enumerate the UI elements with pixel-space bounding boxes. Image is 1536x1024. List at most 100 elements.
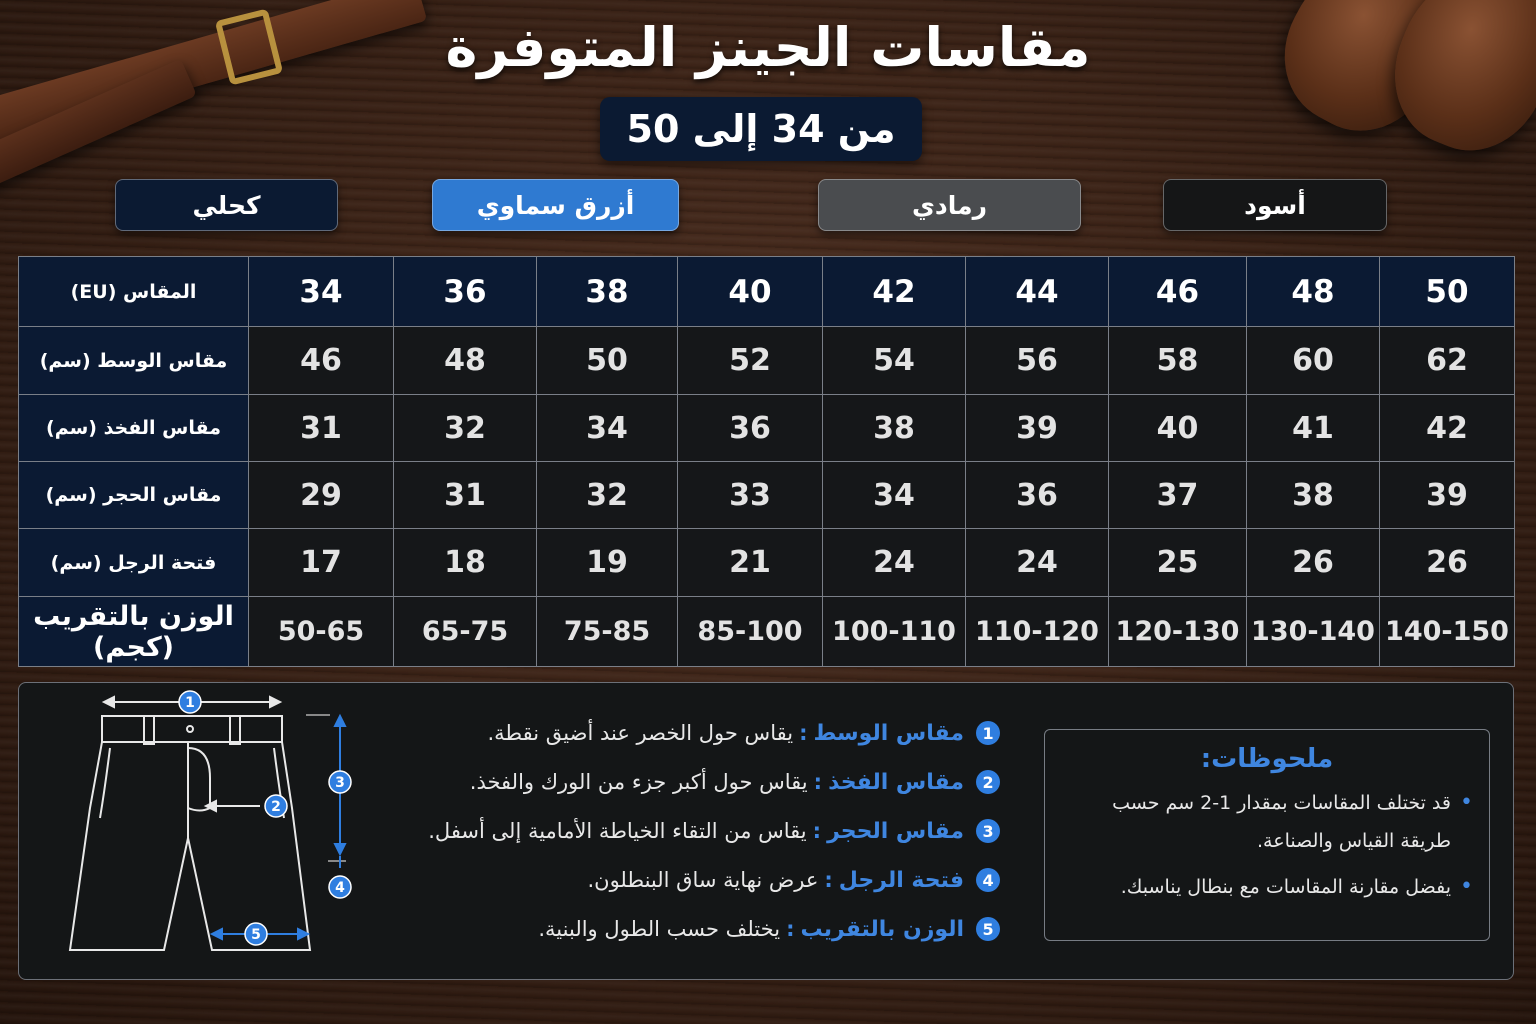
table-cell: 44 [965, 256, 1109, 327]
rise-row: مقاس الحجر (سم) 29 31 32 33 34 36 37 38 … [18, 461, 1515, 529]
table-cell: 34 [536, 394, 678, 462]
color-sky-blue-label: أزرق سماوي [476, 190, 635, 220]
table-cell: 34 [248, 256, 394, 327]
color-black-label: أسود [1244, 190, 1306, 220]
table-cell: 56 [965, 326, 1109, 395]
legend-item-leg-opening: 4 فتحة الرجل : عرض نهاية ساق البنطلون. [360, 860, 1000, 900]
legend-separator: : [786, 917, 795, 941]
table-cell: 21 [677, 528, 823, 597]
legend-description: عرض نهاية ساق البنطلون. [587, 868, 819, 892]
table-cell: 62 [1379, 326, 1515, 395]
table-cell: 42 [822, 256, 966, 327]
table-cell: 42 [1379, 394, 1515, 462]
legend-item-weight: 5 الوزن بالتقريب : يختلف حسب الطول والبن… [360, 909, 1000, 949]
diagram-marker-5: 5 [244, 922, 268, 946]
table-cell: 40 [677, 256, 823, 327]
diagram-marker-2: 2 [264, 794, 288, 818]
legend-term: مقاس الفخذ [828, 769, 964, 795]
table-cell: 37 [1108, 461, 1247, 529]
table-cell: 24 [822, 528, 966, 597]
table-cell: 54 [822, 326, 966, 395]
table-cell: 65-75 [393, 596, 537, 667]
table-cell: 85-100 [677, 596, 823, 667]
size-range-badge: من 34 إلى 50 [600, 97, 922, 161]
legend-separator: : [812, 819, 822, 843]
table-cell: 50 [536, 326, 678, 395]
table-cell: 24 [965, 528, 1109, 597]
legend-number: 1 [976, 721, 1000, 745]
row-label: فتحة الرجل (سم) [18, 528, 249, 597]
table-cell: 130-140 [1246, 596, 1380, 667]
table-cell: 31 [393, 461, 537, 529]
legend-item-waist: 1 مقاس الوسط : يقاس حول الخصر عند أضيق ن… [360, 713, 1000, 753]
legend-term: فتحة الرجل [838, 867, 964, 893]
table-cell: 48 [1246, 256, 1380, 327]
svg-text:3: 3 [335, 775, 345, 791]
svg-text:5: 5 [251, 927, 261, 943]
row-label: مقاس الفخذ (سم) [18, 394, 249, 462]
table-cell: 34 [822, 461, 966, 529]
legend-description: يختلف حسب الطول والبنية. [538, 917, 781, 941]
table-cell: 39 [965, 394, 1109, 462]
note-text: يفضل مقارنة المقاسات مع بنطال يناسبك. [1120, 876, 1451, 898]
legend-number: 5 [976, 917, 1000, 941]
table-cell: 46 [1108, 256, 1247, 327]
pants-outline [68, 715, 312, 951]
table-cell: 50 [1379, 256, 1515, 327]
table-cell: 41 [1246, 394, 1380, 462]
color-navy-label: كحلي [192, 190, 261, 220]
table-cell: 120-130 [1108, 596, 1247, 667]
row-label: مقاس الوسط (سم) [18, 326, 249, 395]
thigh-row: مقاس الفخذ (سم) 31 32 34 36 38 39 40 41 … [18, 394, 1515, 462]
weight-row: الوزن بالتقريب (كجم) 50-65 65-75 75-85 8… [18, 596, 1515, 667]
bullet-icon: • [1460, 790, 1473, 815]
legend-number: 2 [976, 770, 1000, 794]
legend-number: 3 [976, 819, 1000, 843]
diagram-marker-3: 3 [328, 770, 352, 794]
notes-box: ملحوظات: • قد تختلف المقاسات بمقدار 1-2 … [1044, 729, 1490, 941]
table-cell: 36 [965, 461, 1109, 529]
table-cell: 19 [536, 528, 678, 597]
table-cell: 26 [1379, 528, 1515, 597]
legend-separator: : [813, 770, 823, 794]
table-cell: 110-120 [965, 596, 1109, 667]
table-cell: 38 [1246, 461, 1380, 529]
legend-term: مقاس الحجر [827, 818, 964, 844]
table-cell: 36 [393, 256, 537, 327]
color-black-button[interactable]: أسود [1163, 179, 1387, 231]
row-label: الوزن بالتقريب (كجم) [18, 596, 249, 667]
svg-text:2: 2 [271, 799, 281, 815]
size-table: المقاس (EU) 34 36 38 40 42 44 46 48 50 م… [18, 256, 1515, 667]
table-cell: 36 [677, 394, 823, 462]
table-cell: 40 [1108, 394, 1247, 462]
bullet-icon: • [1460, 874, 1473, 899]
note-text: قد تختلف المقاسات بمقدار 1-2 سم حسب طريق… [1112, 792, 1451, 852]
table-cell: 38 [822, 394, 966, 462]
table-cell: 33 [677, 461, 823, 529]
size-row: المقاس (EU) 34 36 38 40 42 44 46 48 50 [18, 256, 1515, 327]
row-label: مقاس الحجر (سم) [18, 461, 249, 529]
diagram-marker-4: 4 [328, 875, 352, 899]
legend-item-rise: 3 مقاس الحجر : يقاس من التقاء الخياطة ال… [360, 811, 1000, 851]
table-cell: 75-85 [536, 596, 678, 667]
leg-opening-row: فتحة الرجل (سم) 17 18 19 21 24 24 25 26 … [18, 528, 1515, 597]
table-cell: 18 [393, 528, 537, 597]
table-cell: 58 [1108, 326, 1247, 395]
legend-term: مقاس الوسط [813, 720, 964, 746]
table-cell: 39 [1379, 461, 1515, 529]
notes-title: ملحوظات: [1200, 744, 1334, 774]
pants-diagram: 1 2 3 4 5 [68, 690, 352, 951]
color-navy-button[interactable]: كحلي [115, 179, 338, 231]
svg-text:1: 1 [185, 695, 195, 711]
table-cell: 32 [536, 461, 678, 529]
table-cell: 17 [248, 528, 394, 597]
row-label: المقاس (EU) [18, 256, 249, 327]
color-gray-button[interactable]: رمادي [818, 179, 1081, 231]
legend-item-thigh: 2 مقاس الفخذ : يقاس حول أكبر جزء من الور… [360, 762, 1000, 802]
table-cell: 31 [248, 394, 394, 462]
table-cell: 48 [393, 326, 537, 395]
legend-description: يقاس حول الخصر عند أضيق نقطة. [487, 721, 794, 745]
table-cell: 25 [1108, 528, 1247, 597]
waist-row: مقاس الوسط (سم) 46 48 50 52 54 56 58 60 … [18, 326, 1515, 395]
color-sky-blue-button[interactable]: أزرق سماوي [432, 179, 679, 231]
